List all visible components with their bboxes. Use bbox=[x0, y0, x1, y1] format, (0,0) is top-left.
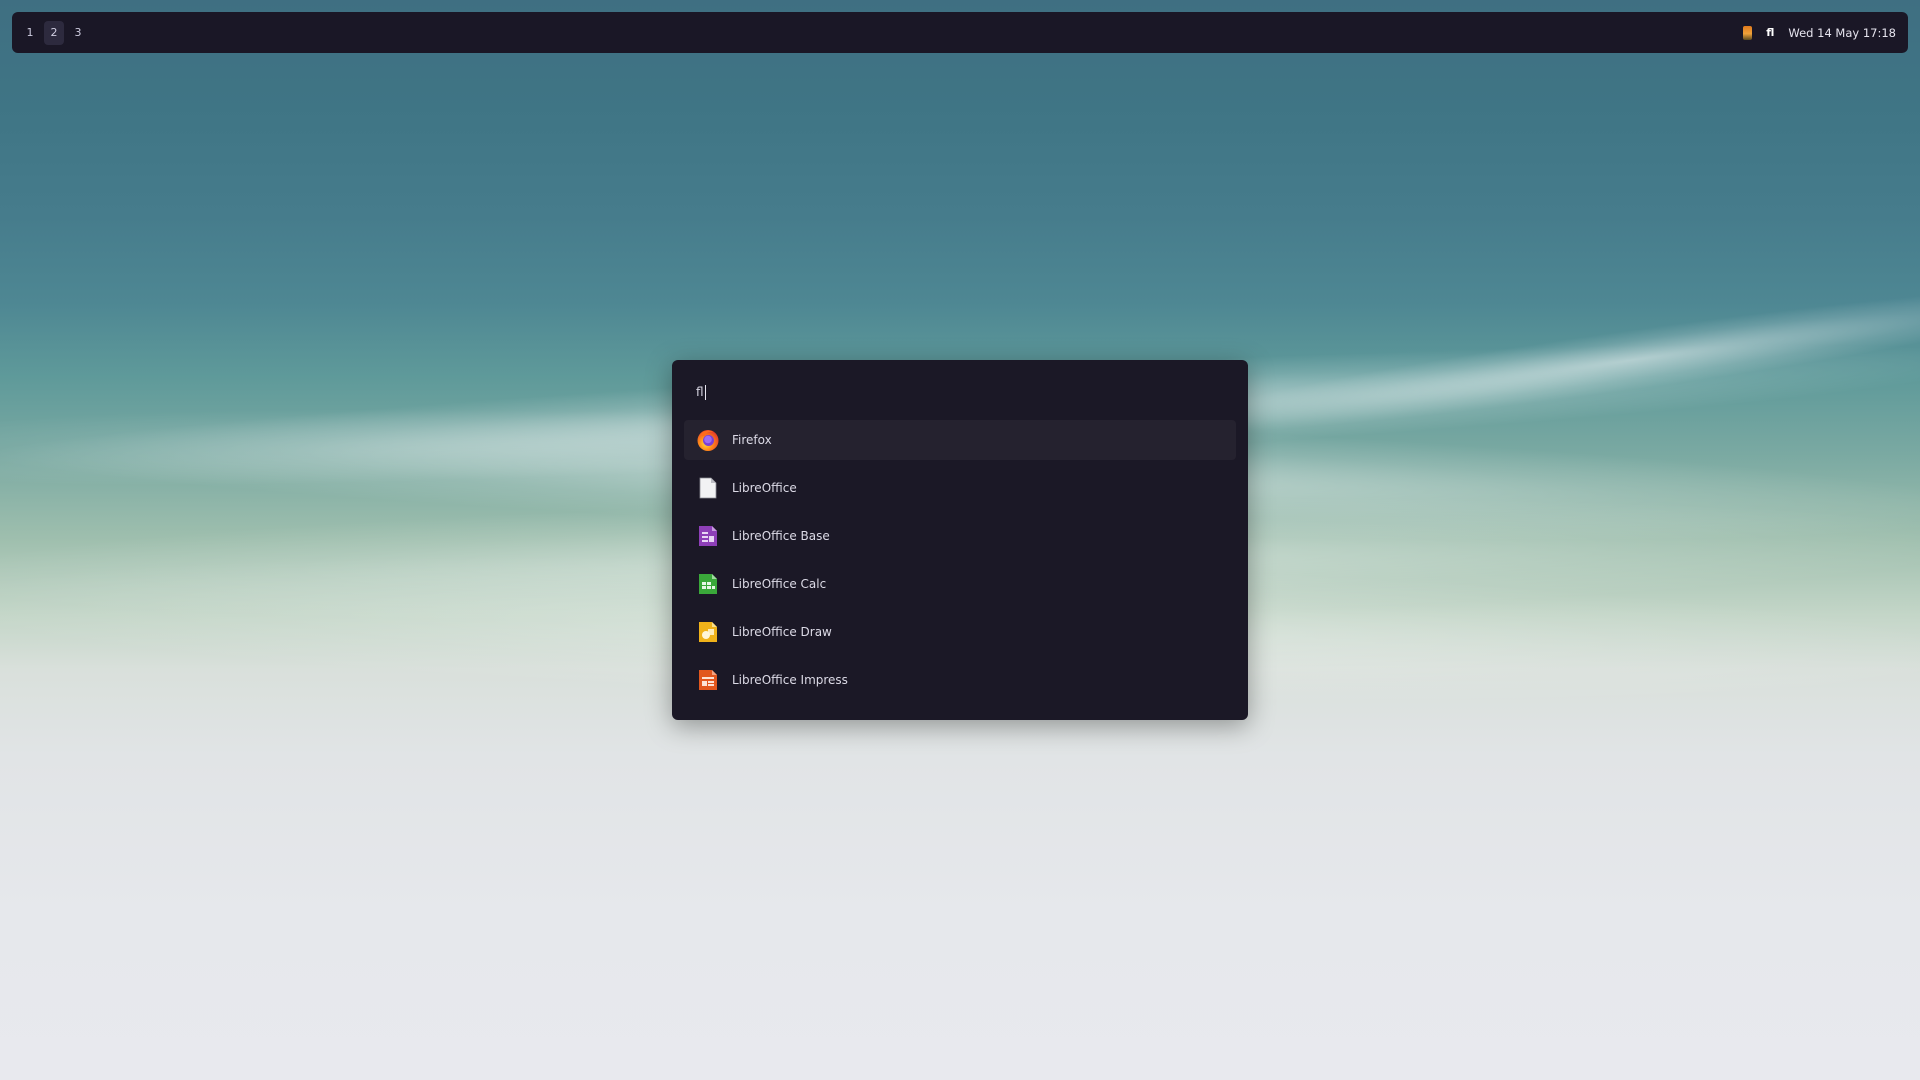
result-libreoffice-draw[interactable]: LibreOffice Draw bbox=[684, 612, 1236, 652]
search-query-text: fl bbox=[696, 385, 704, 399]
firefox-icon bbox=[696, 428, 720, 452]
result-label: LibreOffice Base bbox=[732, 529, 830, 543]
tray-app-icon[interactable] bbox=[1743, 25, 1753, 40]
workspace-2-button[interactable]: 2 bbox=[44, 20, 64, 45]
result-label: LibreOffice Impress bbox=[732, 673, 848, 687]
result-label: LibreOffice bbox=[732, 481, 797, 495]
libreoffice-impress-icon bbox=[696, 668, 720, 692]
result-libreoffice[interactable]: LibreOffice bbox=[684, 468, 1236, 508]
result-label: LibreOffice Draw bbox=[732, 625, 832, 639]
result-firefox[interactable]: Firefox bbox=[684, 420, 1236, 460]
libreoffice-base-icon bbox=[696, 524, 720, 548]
launcher-results-list: Firefox LibreOffice LibreOffice Base Lib… bbox=[684, 420, 1236, 700]
libreoffice-draw-icon bbox=[696, 620, 720, 644]
text-caret bbox=[704, 384, 706, 400]
app-launcher: fl Firefox LibreOffice LibreOffice Base … bbox=[672, 360, 1248, 720]
clock[interactable]: Wed 14 May 17:18 bbox=[1788, 26, 1896, 40]
result-libreoffice-impress[interactable]: LibreOffice Impress bbox=[684, 660, 1236, 700]
keyboard-layout-indicator[interactable]: fl bbox=[1766, 26, 1774, 39]
workspace-1-button[interactable]: 1 bbox=[20, 21, 40, 45]
top-bar: 1 2 3 fl Wed 14 May 17:18 bbox=[12, 12, 1908, 53]
result-label: LibreOffice Calc bbox=[732, 577, 827, 591]
result-label: Firefox bbox=[732, 433, 772, 447]
workspace-switcher: 1 2 3 bbox=[20, 20, 88, 45]
launcher-search-input[interactable]: fl bbox=[684, 374, 1236, 410]
libreoffice-icon bbox=[696, 476, 720, 500]
system-tray: fl Wed 14 May 17:18 bbox=[1743, 25, 1896, 40]
result-libreoffice-base[interactable]: LibreOffice Base bbox=[684, 516, 1236, 556]
result-libreoffice-calc[interactable]: LibreOffice Calc bbox=[684, 564, 1236, 604]
libreoffice-calc-icon bbox=[696, 572, 720, 596]
workspace-3-button[interactable]: 3 bbox=[68, 21, 88, 45]
